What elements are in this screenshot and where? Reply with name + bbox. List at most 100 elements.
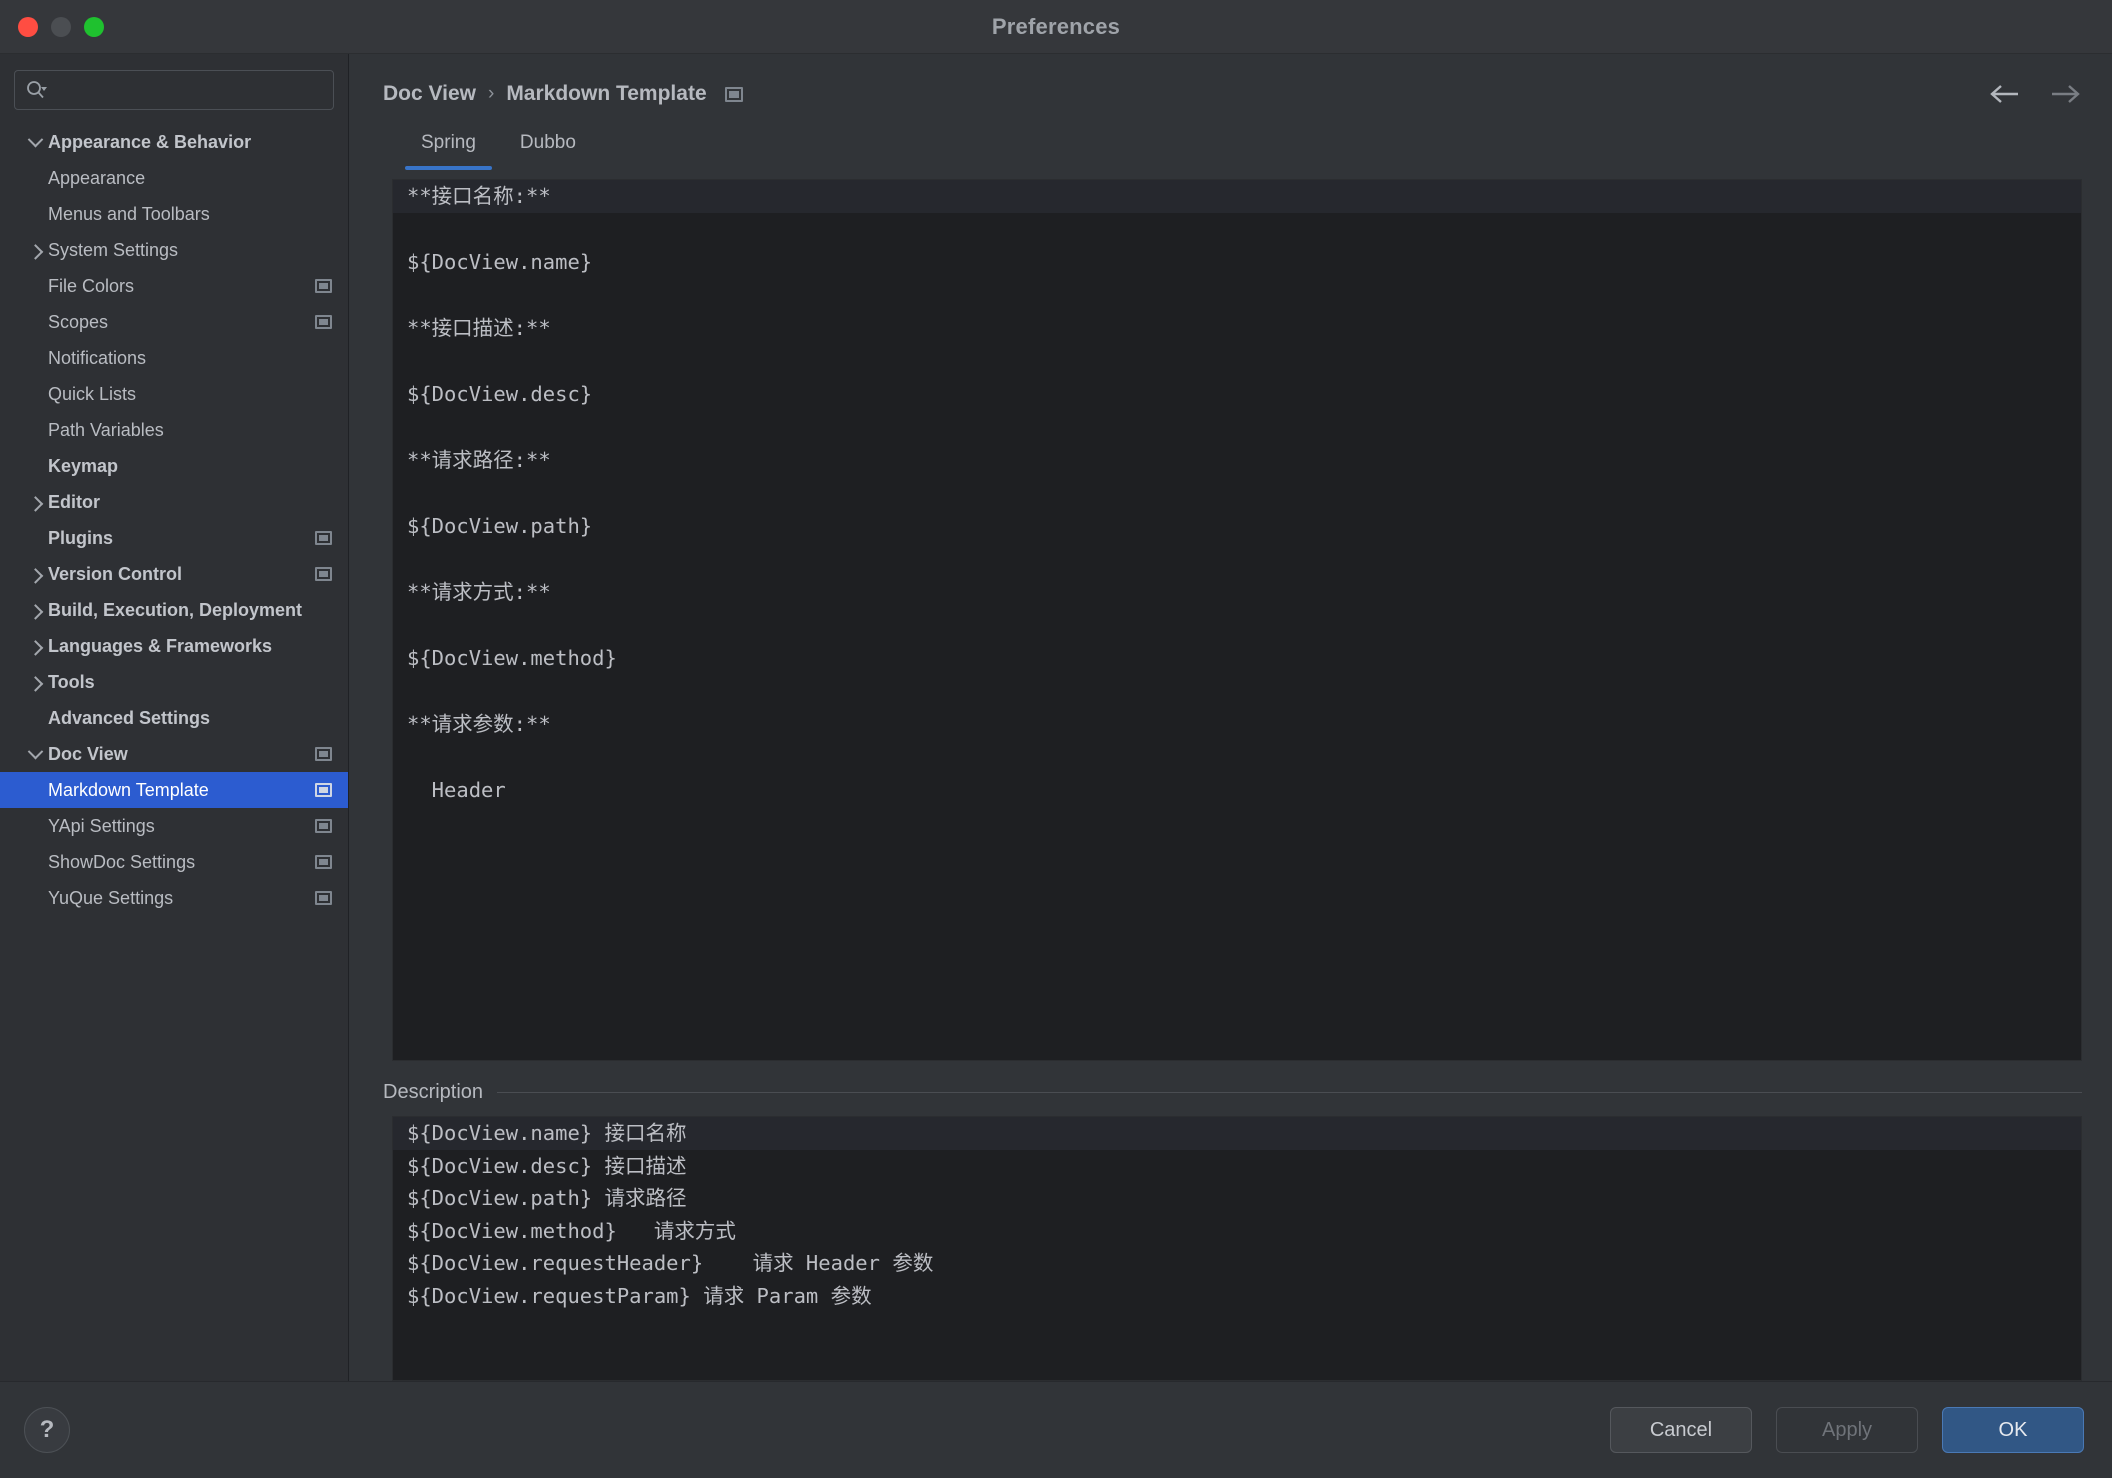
editor-line: Header: [407, 778, 506, 802]
forward-arrow-icon[interactable]: [2048, 81, 2082, 107]
search-box[interactable]: [14, 70, 334, 110]
chevron-right-icon[interactable]: [22, 495, 48, 512]
sidebar-item-yapi-settings[interactable]: YApi Settings: [0, 808, 348, 844]
ok-button[interactable]: OK: [1942, 1407, 2084, 1453]
plugin-badge-icon: [315, 891, 332, 905]
sidebar-item-tools[interactable]: Tools: [0, 664, 348, 700]
sidebar-item-quick-lists[interactable]: Quick Lists: [0, 376, 348, 412]
window-title: Preferences: [991, 13, 1121, 39]
search-icon: [25, 79, 47, 101]
sidebar-item-scopes[interactable]: Scopes: [0, 304, 348, 340]
description-line: ${DocView.requestParam} 请求 Param 参数: [407, 1283, 872, 1308]
sidebar-item-system-settings[interactable]: System Settings: [0, 232, 348, 268]
search-input[interactable]: [55, 80, 323, 100]
plugin-badge-icon: [315, 819, 332, 833]
sidebar-item-label: Version Control: [48, 563, 183, 584]
sidebar-item-label: Languages & Frameworks: [48, 635, 273, 656]
close-button[interactable]: [18, 16, 38, 37]
chevron-right-icon[interactable]: [22, 567, 48, 584]
plugin-badge-icon: [315, 855, 332, 869]
sidebar-item-appearance-behavior[interactable]: Appearance & Behavior: [0, 124, 348, 160]
description-line: ${DocView.desc} 接口描述: [407, 1153, 687, 1178]
template-tabs: Spring Dubbo: [383, 124, 2082, 179]
window-controls: [18, 16, 104, 37]
plugin-badge-icon: [315, 279, 332, 293]
sidebar-item-label: Editor: [48, 491, 100, 512]
editor-line: **请求路径:**: [407, 448, 551, 472]
description-label: Description: [383, 1081, 484, 1103]
sidebar-item-path-variables[interactable]: Path Variables: [0, 412, 348, 448]
sidebar-item-label: Appearance: [48, 167, 146, 188]
breadcrumb-current: Markdown Template: [506, 82, 707, 105]
tab-dubbo[interactable]: Dubbo: [498, 124, 598, 170]
chevron-right-icon[interactable]: [22, 243, 48, 260]
plugin-badge-icon: [724, 86, 743, 102]
sidebar-item-yuque-settings[interactable]: YuQue Settings: [0, 880, 348, 916]
sidebar-item-label: Quick Lists: [48, 383, 137, 404]
chevron-down-icon[interactable]: [22, 743, 48, 760]
chevron-down-icon[interactable]: [22, 131, 48, 148]
editor-line: **请求参数:**: [407, 712, 551, 736]
plugin-badge-icon: [315, 567, 332, 581]
sidebar-item-doc-view[interactable]: Doc View: [0, 736, 348, 772]
sidebar-item-build-execution-deployment[interactable]: Build, Execution, Deployment: [0, 592, 348, 628]
sidebar-item-advanced-settings[interactable]: Advanced Settings: [0, 700, 348, 736]
chevron-right-icon[interactable]: [22, 675, 48, 692]
sidebar-item-label: Markdown Template: [48, 779, 209, 800]
template-editor[interactable]: **接口名称:** ${DocView.name} **接口描述:** ${Do…: [392, 179, 2082, 1061]
sidebar-item-label: Tools: [48, 671, 95, 692]
cancel-button[interactable]: Cancel: [1610, 1407, 1752, 1453]
sidebar-item-keymap[interactable]: Keymap: [0, 448, 348, 484]
breadcrumb-parent[interactable]: Doc View: [383, 82, 476, 106]
sidebar-item-notifications[interactable]: Notifications: [0, 340, 348, 376]
chevron-right-icon[interactable]: [22, 639, 48, 656]
dialog-buttons: Cancel Apply OK: [1610, 1407, 2084, 1453]
sidebar-item-menus-and-toolbars[interactable]: Menus and Toolbars: [0, 196, 348, 232]
editor-line: **请求方式:**: [407, 580, 551, 604]
tab-label: Dubbo: [519, 132, 576, 153]
tab-underline: [405, 166, 492, 170]
sidebar-item-label: Scopes: [48, 311, 109, 332]
zoom-button[interactable]: [84, 16, 104, 37]
chevron-right-icon[interactable]: [22, 603, 48, 620]
description-line: ${DocView.method} 请求方式: [407, 1218, 736, 1243]
tab-label: Spring: [421, 132, 476, 153]
sidebar-item-appearance[interactable]: Appearance: [0, 160, 348, 196]
description-divider: [497, 1092, 2082, 1093]
editor-line: ${DocView.desc}: [407, 382, 593, 406]
sidebar-item-label: Build, Execution, Deployment: [48, 599, 303, 620]
sidebar-item-label: Notifications: [48, 347, 147, 368]
tab-spring[interactable]: Spring: [399, 124, 498, 170]
breadcrumb: Doc View › Markdown Template: [383, 54, 2082, 124]
editor-line: ${DocView.path}: [407, 514, 593, 538]
back-arrow-icon[interactable]: [1988, 81, 2022, 107]
plugin-badge-icon: [315, 315, 332, 329]
plugin-badge-icon: [315, 531, 332, 545]
sidebar-item-label: Plugins: [48, 527, 114, 548]
description-header: Description: [383, 1081, 2082, 1116]
title-bar: Preferences: [0, 0, 2112, 54]
sidebar-item-label: YuQue Settings: [48, 887, 174, 908]
apply-button: Apply: [1776, 1407, 1918, 1453]
sidebar-item-plugins[interactable]: Plugins: [0, 520, 348, 556]
sidebar-item-markdown-template[interactable]: Markdown Template: [0, 772, 348, 808]
description-box: ${DocView.name} 接口名称 ${DocView.desc} 接口描述…: [392, 1116, 2082, 1381]
editor-line: ${DocView.method}: [407, 646, 617, 670]
sidebar-item-showdoc-settings[interactable]: ShowDoc Settings: [0, 844, 348, 880]
sidebar-item-file-colors[interactable]: File Colors: [0, 268, 348, 304]
sidebar-item-label: System Settings: [48, 239, 179, 260]
sidebar-item-editor[interactable]: Editor: [0, 484, 348, 520]
editor-line: ${DocView.name}: [407, 250, 593, 274]
sidebar-item-languages-frameworks[interactable]: Languages & Frameworks: [0, 628, 348, 664]
dialog-footer: ? Cancel Apply OK: [0, 1381, 2112, 1478]
sidebar-item-label: Keymap: [48, 455, 119, 476]
tab-underline: [504, 166, 592, 170]
sidebar-item-label: Advanced Settings: [48, 707, 211, 728]
sidebar-item-version-control[interactable]: Version Control: [0, 556, 348, 592]
help-icon[interactable]: ?: [24, 1407, 70, 1453]
minimize-button[interactable]: [51, 16, 71, 37]
